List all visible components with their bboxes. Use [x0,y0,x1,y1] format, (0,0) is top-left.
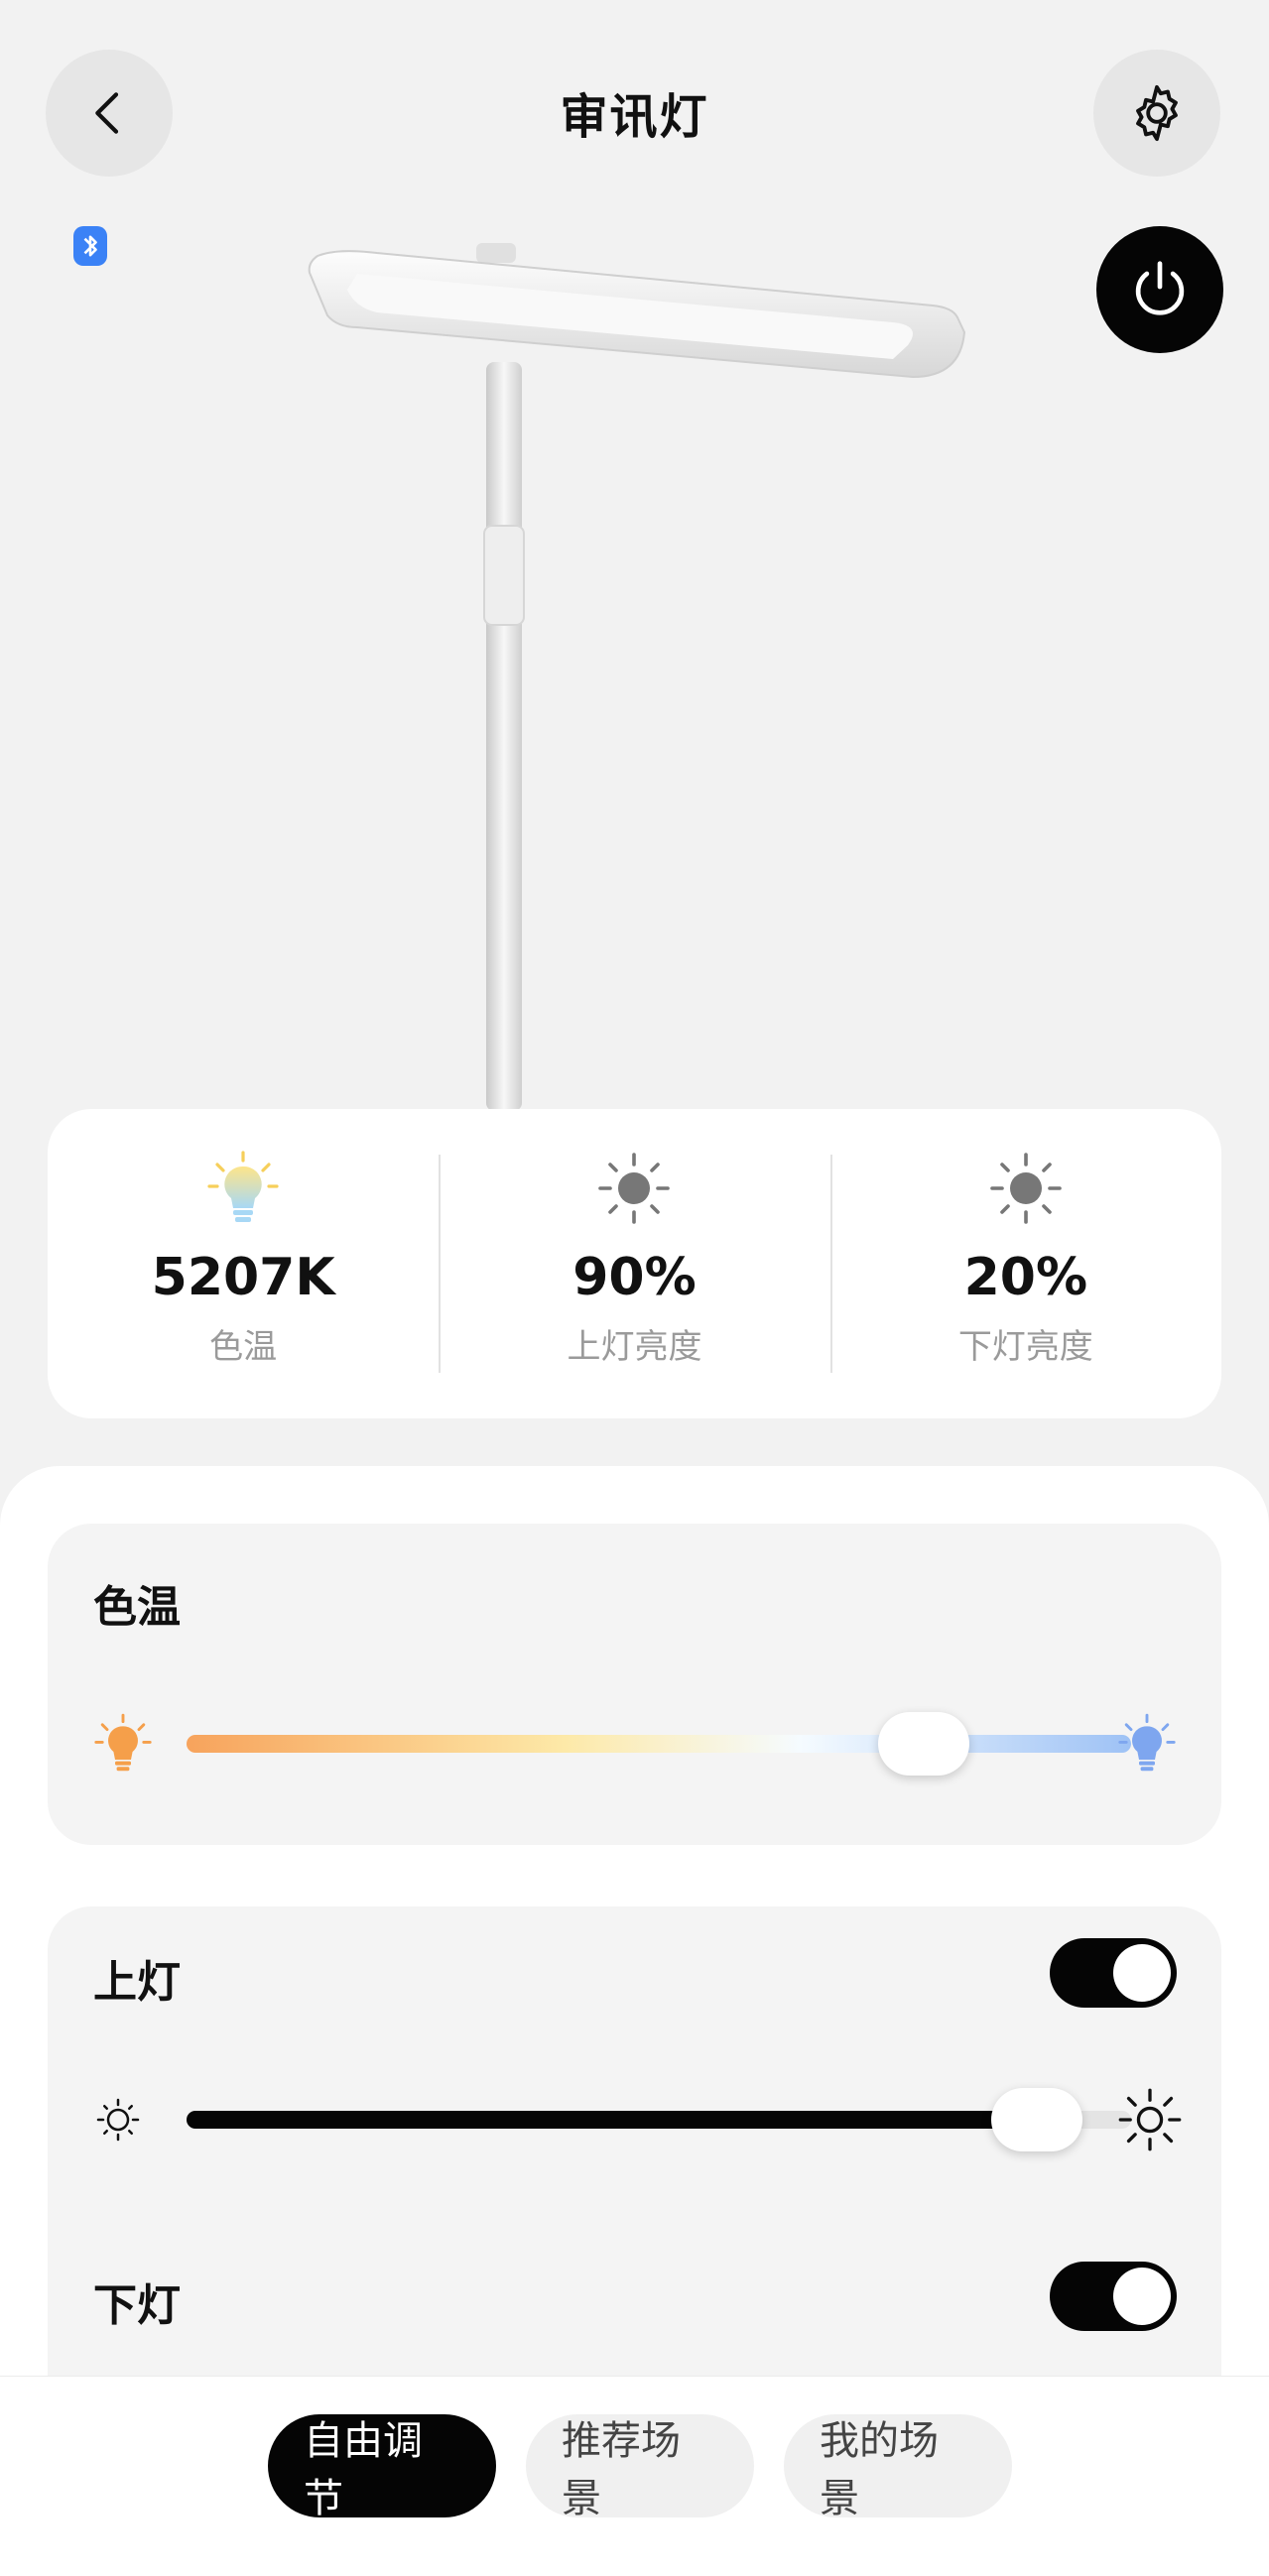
toggle-knob [1113,1944,1171,2002]
settings-button[interactable] [1093,50,1220,177]
sun-icon [990,1153,1062,1224]
color-temp-slider-handle[interactable] [877,1712,969,1776]
power-button[interactable] [1096,226,1223,353]
lower-light-title: 下灯 [93,2280,181,2331]
bottom-tab-bar: 自由调节 推荐场景 我的场景 [0,2376,1269,2576]
tab-free-adjust[interactable]: 自由调节 [268,2414,496,2521]
cool-bulb-icon [1118,1713,1176,1772]
gear-icon [1136,84,1178,142]
upper-light-title: 上灯 [93,1957,181,2008]
lower-light-toggle[interactable] [1050,2262,1177,2331]
upper-brightness-label: 上灯亮度 [567,1327,702,1367]
stat-lower-brightness: 20% 下灯亮度 [829,1109,1221,1418]
toggle-knob [1113,2268,1171,2325]
bluetooth-icon [73,226,107,266]
upper-brightness-slider-handle[interactable] [990,2088,1082,2151]
color-temp-label: 色温 [209,1327,278,1367]
upper-brightness-slider-track[interactable] [187,2111,1131,2129]
upper-brightness-value: 90% [572,1248,697,1307]
color-bulb-icon [207,1151,279,1222]
lower-brightness-value: 20% [963,1248,1088,1307]
tab-recommended-scenes[interactable]: 推荐场景 [526,2414,754,2521]
stat-color-temp: 5207K 色温 [48,1109,439,1418]
page-title: 审讯灯 [560,89,709,145]
color-temp-title: 色温 [93,1582,181,1633]
power-icon [1135,261,1185,315]
color-temp-slider-track[interactable] [187,1735,1131,1753]
sun-icon [598,1153,671,1224]
tab-my-scenes[interactable]: 我的场景 [784,2414,1012,2521]
warm-bulb-icon [94,1713,152,1772]
lamp-image [308,243,966,1111]
upper-brightness-fill [187,2111,1037,2129]
sun-large-icon [1118,2088,1182,2151]
upper-light-toggle[interactable] [1050,1938,1177,2008]
stat-upper-brightness: 90% 上灯亮度 [439,1109,829,1418]
sun-small-icon [96,2098,140,2142]
color-temp-panel: 色温 [48,1524,1221,1845]
lower-brightness-label: 下灯亮度 [957,1327,1093,1367]
stats-card: 5207K 色温 90% 上灯亮度 20% 下灯亮度 [48,1109,1221,1418]
color-temp-value: 5207K [151,1248,335,1307]
